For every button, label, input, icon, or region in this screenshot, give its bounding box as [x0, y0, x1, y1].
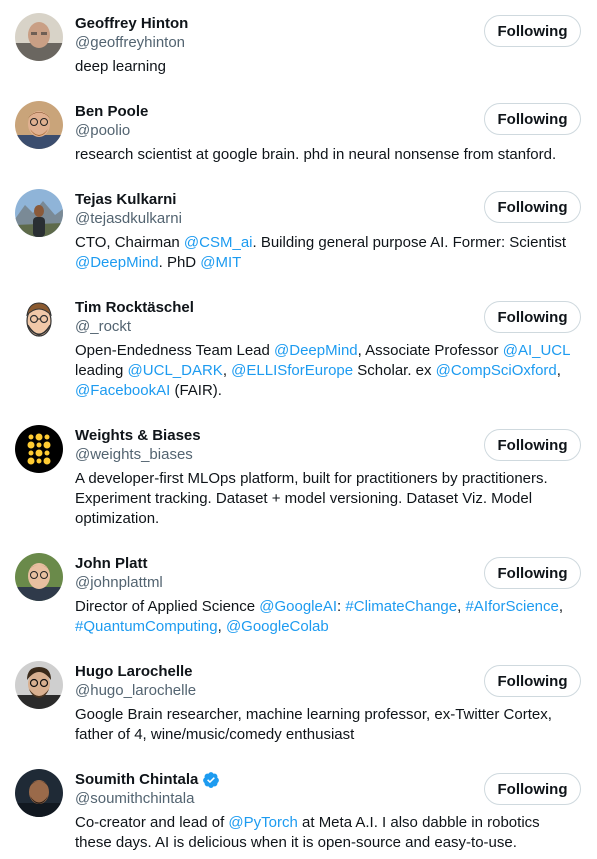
user-bio: Director of Applied Science @GoogleAI: #…: [75, 598, 564, 635]
avatar[interactable]: [15, 769, 63, 817]
mention-link[interactable]: @UCL_DARK: [128, 362, 223, 379]
avatar[interactable]: [15, 661, 63, 709]
mention-link[interactable]: @FacebookAI: [75, 382, 170, 399]
display-name[interactable]: Hugo Larochelle: [75, 661, 193, 683]
display-name[interactable]: Tim Rocktäschel: [75, 297, 194, 319]
following-button[interactable]: Following: [484, 15, 581, 47]
display-name[interactable]: John Platt: [75, 553, 148, 575]
dots-logo-icon: [15, 425, 63, 473]
display-name[interactable]: Ben Poole: [75, 101, 148, 123]
user-bio: Google Brain researcher, machine learnin…: [75, 706, 552, 743]
user-bio: A developer-first MLOps platform, built …: [75, 470, 548, 527]
display-name[interactable]: Geoffrey Hinton: [75, 13, 188, 35]
avatar-image: [15, 769, 63, 817]
display-name-text[interactable]: Weights & Biases: [75, 425, 201, 447]
avatar-image: [15, 297, 63, 345]
user-bio: CTO, Chairman @CSM_ai. Building general …: [75, 234, 566, 271]
mention-link[interactable]: @CompSciOxford: [436, 362, 557, 379]
following-button[interactable]: Following: [484, 429, 581, 461]
mention-link[interactable]: @ELLISforEurope: [231, 362, 353, 379]
following-button[interactable]: Following: [484, 773, 581, 805]
avatar[interactable]: [15, 13, 63, 61]
mention-link[interactable]: @GoogleColab: [226, 618, 329, 635]
user-handle[interactable]: @soumithchintala: [75, 789, 194, 809]
avatar[interactable]: [15, 425, 63, 473]
hashtag-link[interactable]: #AIforScience: [465, 598, 558, 615]
display-name-text[interactable]: Hugo Larochelle: [75, 661, 193, 683]
display-name-text[interactable]: John Platt: [75, 553, 148, 575]
user-bio: deep learning: [75, 58, 166, 75]
display-name[interactable]: Tejas Kulkarni: [75, 189, 176, 211]
avatar[interactable]: [15, 297, 63, 345]
display-name[interactable]: Weights & Biases: [75, 425, 201, 447]
display-name-text[interactable]: Soumith Chintala: [75, 769, 198, 791]
following-button[interactable]: Following: [484, 557, 581, 589]
user-handle[interactable]: @_rockt: [75, 317, 131, 337]
display-name-text[interactable]: Ben Poole: [75, 101, 148, 123]
avatar-image: [15, 553, 63, 601]
display-name-text[interactable]: Tejas Kulkarni: [75, 189, 176, 211]
following-button[interactable]: Following: [484, 301, 581, 333]
user-handle[interactable]: @poolio: [75, 121, 130, 141]
display-name-text[interactable]: Geoffrey Hinton: [75, 13, 188, 35]
avatar-image: [15, 189, 63, 237]
avatar[interactable]: [15, 553, 63, 601]
mention-link[interactable]: @GoogleAI: [259, 598, 337, 615]
avatar-image: [15, 661, 63, 709]
user-bio: Co-creator and lead of @PyTorch at Meta …: [75, 814, 540, 851]
user-bio: research scientist at google brain. phd …: [75, 146, 557, 163]
following-button[interactable]: Following: [484, 665, 581, 697]
user-handle[interactable]: @geoffreyhinton: [75, 33, 185, 53]
mention-link[interactable]: @CSM_ai: [184, 234, 253, 251]
verified-badge-icon: [203, 772, 220, 788]
user-handle[interactable]: @weights_biases: [75, 445, 193, 465]
hashtag-link[interactable]: #QuantumComputing: [75, 618, 218, 635]
user-handle[interactable]: @tejasdkulkarni: [75, 209, 182, 229]
mention-link[interactable]: @MIT: [200, 254, 241, 271]
mention-link[interactable]: @PyTorch: [228, 814, 297, 831]
avatar-image: [15, 101, 63, 149]
following-list: Geoffrey Hinton @geoffreyhinton deep lea…: [0, 0, 597, 859]
mention-link[interactable]: @AI_UCL: [503, 342, 570, 359]
display-name[interactable]: Soumith Chintala: [75, 769, 220, 791]
mention-link[interactable]: @DeepMind: [274, 342, 358, 359]
avatar-image: [15, 13, 63, 61]
hashtag-link[interactable]: #ClimateChange: [345, 598, 457, 615]
following-button[interactable]: Following: [484, 103, 581, 135]
mention-link[interactable]: @DeepMind: [75, 254, 159, 271]
user-bio: Open-Endedness Team Lead @DeepMind, Asso…: [75, 342, 570, 399]
avatar[interactable]: [15, 101, 63, 149]
avatar[interactable]: [15, 189, 63, 237]
user-handle[interactable]: @johnplattml: [75, 573, 163, 593]
following-button[interactable]: Following: [484, 191, 581, 223]
user-handle[interactable]: @hugo_larochelle: [75, 681, 196, 701]
display-name-text[interactable]: Tim Rocktäschel: [75, 297, 194, 319]
